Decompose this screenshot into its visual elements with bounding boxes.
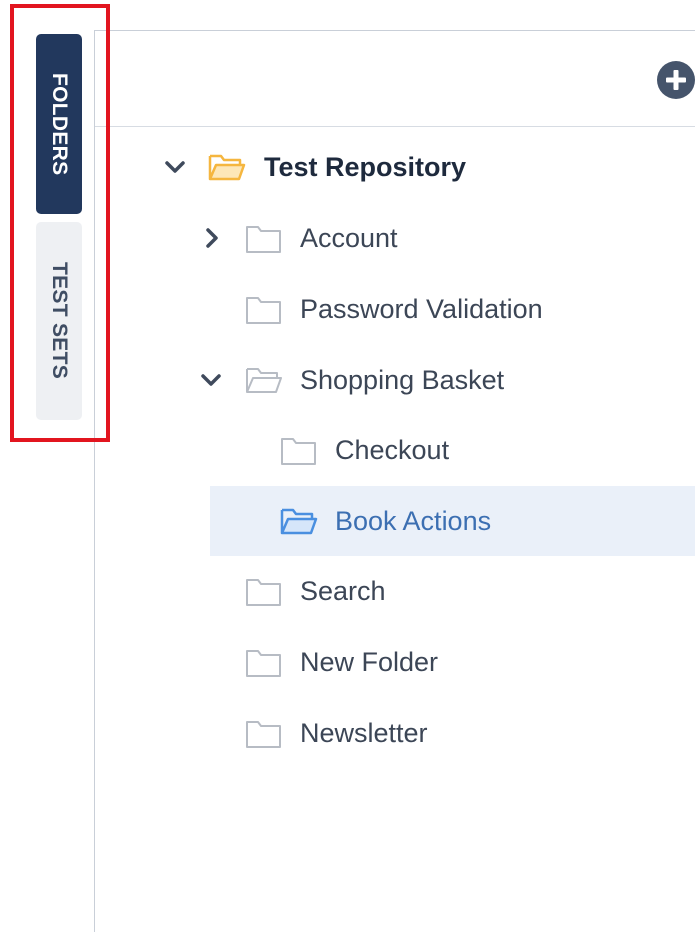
folder-icon bbox=[281, 438, 316, 465]
folder-open-icon bbox=[208, 154, 246, 181]
tree-node-label: Test Repository bbox=[264, 152, 467, 182]
chevron-down-icon[interactable] bbox=[163, 155, 187, 179]
folder-open-icon bbox=[280, 508, 318, 535]
tree-node-password-validation[interactable]: Password Validation bbox=[150, 274, 695, 344]
side-tab-strip: FOLDERS TEST SETS bbox=[36, 34, 82, 420]
tree-node-label: Account bbox=[300, 223, 398, 253]
tree-node-search[interactable]: Search bbox=[150, 556, 695, 626]
tree-node-shopping-basket[interactable]: Shopping Basket bbox=[150, 345, 695, 415]
plus-circle-icon bbox=[657, 61, 695, 99]
toolbar-divider bbox=[95, 126, 695, 127]
tree-node-label: New Folder bbox=[300, 647, 439, 677]
tree-node-label: Shopping Basket bbox=[300, 365, 505, 395]
tree-node-label: Book Actions bbox=[335, 506, 492, 536]
folder-icon bbox=[246, 721, 281, 748]
folder-icon bbox=[246, 650, 281, 677]
tree-node-label: Password Validation bbox=[300, 294, 543, 324]
tree-node-test-repository[interactable]: Test Repository bbox=[150, 132, 695, 202]
tree-node-new-folder[interactable]: New Folder bbox=[150, 627, 695, 697]
tree-node-label: Newsletter bbox=[300, 718, 428, 748]
chevron-down-icon[interactable] bbox=[199, 368, 223, 392]
folder-icon bbox=[246, 297, 281, 324]
folder-icon bbox=[246, 226, 281, 253]
panel-border-top bbox=[94, 30, 695, 31]
tree-node-book-actions[interactable]: Book Actions bbox=[210, 486, 695, 556]
panel-border-left bbox=[94, 30, 95, 932]
tab-folders[interactable]: FOLDERS bbox=[36, 34, 82, 214]
add-folder-button[interactable] bbox=[655, 59, 695, 101]
tree-node-checkout[interactable]: Checkout bbox=[150, 415, 695, 485]
tree-node-label: Search bbox=[300, 576, 386, 606]
tree-node-newsletter[interactable]: Newsletter bbox=[150, 698, 695, 768]
tree-node-account[interactable]: Account bbox=[150, 203, 695, 273]
folder-icon bbox=[246, 579, 281, 606]
tab-folders-label: FOLDERS bbox=[48, 72, 71, 176]
folder-open-icon bbox=[246, 368, 282, 393]
tree-node-label: Checkout bbox=[335, 435, 450, 465]
tab-test-sets[interactable]: TEST SETS bbox=[36, 222, 82, 420]
chevron-right-icon[interactable] bbox=[200, 226, 224, 250]
tab-test-sets-label: TEST SETS bbox=[48, 262, 71, 380]
